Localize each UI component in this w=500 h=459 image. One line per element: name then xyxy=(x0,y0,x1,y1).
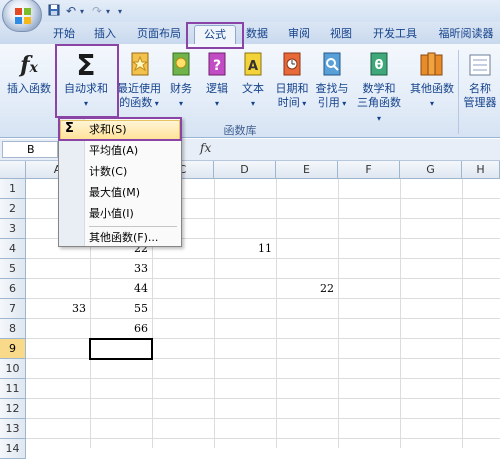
column-header-f[interactable]: F xyxy=(338,161,400,179)
row-header-8[interactable]: 8 xyxy=(0,319,26,339)
star-book-icon xyxy=(124,50,154,80)
quick-access-toolbar: ↶ ▾ ↷ ▾ ▾ xyxy=(0,0,500,22)
name-manager-button[interactable]: 名称 管理器 xyxy=(460,50,500,116)
cell-e6[interactable]: 22 xyxy=(276,279,338,299)
office-button[interactable] xyxy=(2,0,42,32)
autosum-dropdown-menu: Σ 求和(S) 平均值(A) 计数(C) 最大值(M) 最小值(I) 其他函数(… xyxy=(58,117,182,247)
tab-data[interactable]: 数据 xyxy=(240,25,274,44)
cell-b5[interactable]: 33 xyxy=(90,259,152,279)
svg-text:A: A xyxy=(248,59,258,74)
row-header-12[interactable]: 12 xyxy=(0,399,26,419)
logical-button[interactable]: ? 逻辑 ▾ xyxy=(200,50,234,116)
svg-text:θ: θ xyxy=(375,58,384,73)
tab-home[interactable]: 开始 xyxy=(47,25,81,44)
tab-formulas[interactable]: 公式 xyxy=(194,25,236,44)
lookup-book-icon xyxy=(317,50,347,80)
autosum-dropdown-icon[interactable]: ▾ xyxy=(84,99,88,108)
tab-view[interactable]: 视图 xyxy=(324,25,358,44)
menu-item-min[interactable]: 最小值(I) xyxy=(89,204,134,224)
redo-dropdown-icon[interactable]: ▾ xyxy=(106,7,110,16)
active-cell-b9[interactable] xyxy=(89,338,153,360)
undo-icon[interactable]: ↶ xyxy=(66,4,76,18)
math-trig-button[interactable]: θ 数学和 三角函数 ▾ xyxy=(354,50,404,123)
menu-item-sum[interactable]: 求和(S) xyxy=(89,120,127,140)
sigma-icon: Σ xyxy=(65,121,74,136)
tab-review[interactable]: 审阅 xyxy=(282,25,316,44)
math-book-icon: θ xyxy=(364,50,394,80)
row-header-5[interactable]: 5 xyxy=(0,259,26,279)
menu-item-count[interactable]: 计数(C) xyxy=(89,162,127,182)
row-header-11[interactable]: 11 xyxy=(0,379,26,399)
datetime-book-icon xyxy=(277,50,307,80)
row-header-7[interactable]: 7 xyxy=(0,299,26,319)
row-header-4[interactable]: 4 xyxy=(0,239,26,259)
lookup-reference-button[interactable]: 查找与 引用 ▾ xyxy=(312,50,352,116)
ribbon-tabs: 开始 插入 页面布局 公式 数据 审阅 视图 开发工具 福昕阅读器 xyxy=(0,22,500,44)
tab-insert[interactable]: 插入 xyxy=(88,25,122,44)
cell-b6[interactable]: 44 xyxy=(90,279,152,299)
logical-book-icon: ? xyxy=(202,50,232,80)
row-header-10[interactable]: 10 xyxy=(0,359,26,379)
tab-developer[interactable]: 开发工具 xyxy=(366,25,424,44)
save-icon[interactable] xyxy=(48,4,60,19)
menu-item-max[interactable]: 最大值(M) xyxy=(89,183,140,203)
row-header-14[interactable]: 14 xyxy=(0,439,26,459)
cell-a7[interactable]: 33 xyxy=(26,299,90,319)
tab-foxit-reader[interactable]: 福昕阅读器 xyxy=(432,25,500,44)
row-header-6[interactable]: 6 xyxy=(0,279,26,299)
financial-book-icon xyxy=(166,50,196,80)
more-functions-books-icon xyxy=(417,50,447,80)
row-header-13[interactable]: 13 xyxy=(0,419,26,439)
tab-page-layout[interactable]: 页面布局 xyxy=(128,25,190,44)
office-logo-icon xyxy=(15,8,31,24)
row-header-3[interactable]: 3 xyxy=(0,219,26,239)
undo-dropdown-icon[interactable]: ▾ xyxy=(80,7,84,16)
name-manager-icon xyxy=(465,50,495,80)
text-button[interactable]: A 文本 ▾ xyxy=(236,50,270,116)
cell-d4[interactable]: 11 xyxy=(214,239,276,259)
more-functions-button[interactable]: 其他函数 ▾ xyxy=(406,50,458,116)
autosum-button[interactable]: Σ 自动求和 ▾ xyxy=(58,50,114,116)
cell-b8[interactable]: 66 xyxy=(90,319,152,339)
menu-item-average[interactable]: 平均值(A) xyxy=(89,141,138,161)
menu-item-more-functions[interactable]: 其他函数(F)... xyxy=(89,228,158,248)
fx-icon: fx xyxy=(20,52,38,78)
column-header-e[interactable]: E xyxy=(276,161,338,179)
recent-functions-button[interactable]: 最近使用 的函数 ▾ xyxy=(114,50,164,116)
cell-b7[interactable]: 55 xyxy=(90,299,152,319)
financial-button[interactable]: 财务 ▾ xyxy=(164,50,198,116)
insert-function-fx-icon[interactable]: fx xyxy=(200,141,211,155)
insert-function-button[interactable]: fx 插入函数 xyxy=(4,50,54,116)
column-header-h[interactable]: H xyxy=(462,161,500,179)
row-header-9[interactable]: 9 xyxy=(0,339,26,359)
row-header-1[interactable]: 1 xyxy=(0,179,26,199)
column-header-d[interactable]: D xyxy=(214,161,276,179)
svg-text:?: ? xyxy=(213,58,221,74)
customize-toolbar-icon[interactable]: ▾ xyxy=(118,7,122,16)
redo-icon[interactable]: ↷ xyxy=(92,4,102,18)
name-box[interactable]: B xyxy=(2,141,58,158)
text-book-icon: A xyxy=(238,50,268,80)
datetime-button[interactable]: 日期和 时间 ▾ xyxy=(272,50,312,116)
row-header-2[interactable]: 2 xyxy=(0,199,26,219)
column-header-g[interactable]: G xyxy=(400,161,462,179)
select-all-corner[interactable] xyxy=(0,161,26,179)
sigma-icon: Σ xyxy=(76,49,96,82)
